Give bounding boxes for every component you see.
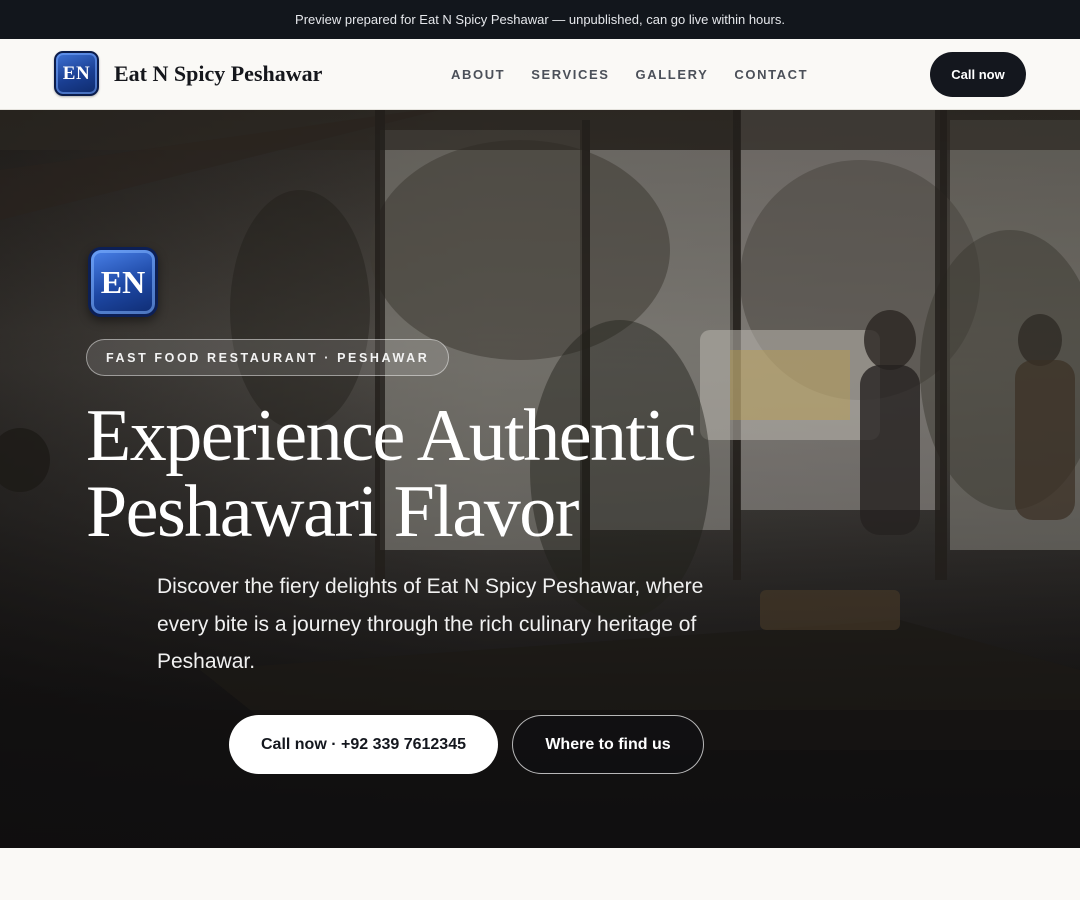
find-us-button[interactable]: Where to find us [512,715,704,774]
preview-banner-text: Preview prepared for Eat N Spicy Peshawa… [295,12,785,27]
site-header: EN Eat N Spicy Peshawar ABOUT SERVICES G… [0,39,1080,110]
nav-link-contact[interactable]: CONTACT [734,67,808,82]
hero-headline-line2: Peshawari Flavor [86,471,579,553]
main-nav: ABOUT SERVICES GALLERY CONTACT [451,67,834,82]
hero-subtext: Discover the fiery delights of Eat N Spi… [157,575,704,673]
category-tag: FAST FOOD RESTAURANT · PESHAWAR [86,339,450,376]
nav-link-services[interactable]: SERVICES [531,67,609,82]
hero-section: EN FAST FOOD RESTAURANT · PESHAWAR Exper… [0,110,1080,848]
nav-link-gallery[interactable]: GALLERY [636,67,709,82]
hero-headline: Experience Authentic Peshawari Flavor [86,398,846,550]
hero-logo: EN [88,247,158,317]
next-section [0,848,1080,900]
call-phone-button[interactable]: Call now · +92 339 7612345 [229,715,498,774]
brand-name[interactable]: Eat N Spicy Peshawar [114,61,322,87]
preview-banner: Preview prepared for Eat N Spicy Peshawa… [0,0,1080,39]
nav-link-about[interactable]: ABOUT [451,67,505,82]
brand-logo[interactable]: EN [54,51,99,96]
brand[interactable]: EN Eat N Spicy Peshawar [54,51,322,96]
call-now-button[interactable]: Call now [930,52,1026,97]
hero-headline-line1: Experience Authentic [86,395,697,477]
